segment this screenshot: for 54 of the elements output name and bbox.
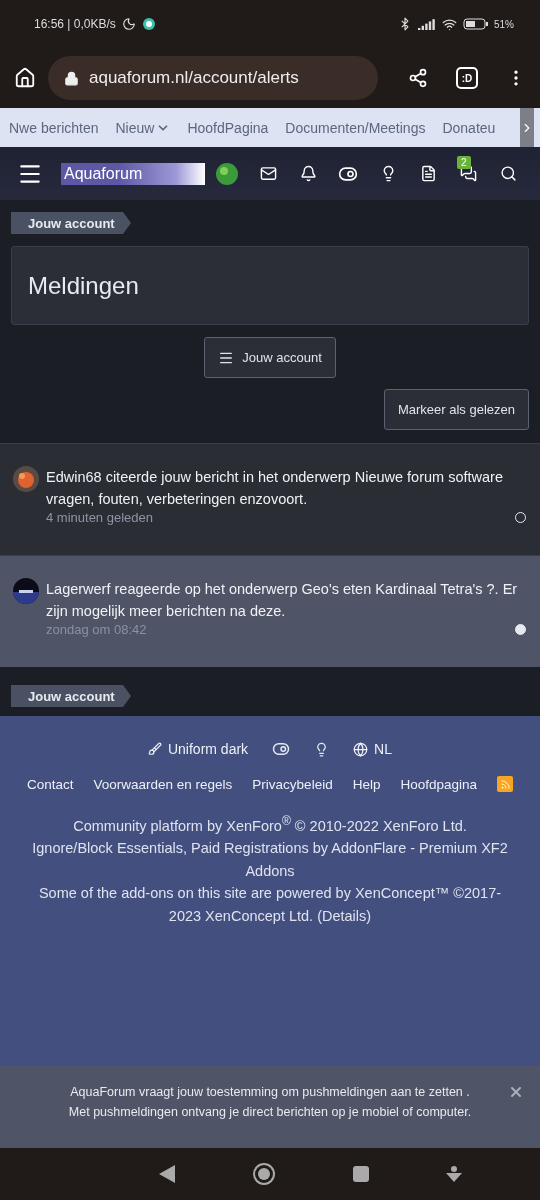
scroll-right-button[interactable] <box>520 108 534 147</box>
square-icon[interactable] <box>352 1166 369 1182</box>
nav-tab[interactable]: Documenten/Meetings <box>285 119 426 136</box>
footer-link[interactable]: Privacybeleid <box>252 776 333 792</box>
nav-tab[interactable]: Nwe berichten <box>9 119 99 136</box>
push-notice-text: AquaForum vraagt jouw toestemming om pushmeldingen aan te zetten . Met pushmeldingen ontvang je direct berichten op je mobiel of computer. <box>68 1084 472 1121</box>
url-field[interactable]: aquaforum.nl/account/alerts <box>48 56 378 100</box>
alert-row[interactable]: Edwin68 citeerde jouw bericht in het onderwerp Nieuwe forum software vragen, fouten, verbeteringen enzovoort. 4 minuten geleden <box>0 443 540 555</box>
alert-time: zondag om 08:42 <box>46 622 147 637</box>
nav-tab[interactable]: Donateu <box>442 119 496 136</box>
mark-read-button[interactable]: Markeer als gelezen <box>383 389 529 430</box>
document-icon[interactable] <box>419 165 437 182</box>
account-menu-button[interactable]: Jouw account <box>204 337 336 378</box>
keyboard-hide-icon[interactable] <box>445 1166 462 1182</box>
battery-level: 51% <box>494 18 514 30</box>
chat-icon[interactable] <box>459 165 477 182</box>
footer-link[interactable]: Contact <box>27 776 74 792</box>
footer-link[interactable]: Help <box>352 776 381 792</box>
copyright-text: Some of the add-ons on this site are powered by XenConcept™ ©2017-2023 XenConcept Ltd. (Details) <box>37 884 503 926</box>
alert-text[interactable]: Edwin68 citeerde jouw bericht in het onderwerp Nieuwe forum software vragen, fouten, verbeteringen enzovoort. <box>46 466 528 510</box>
share-icon[interactable] <box>408 68 428 88</box>
style-chooser-link[interactable]: Uniform dark <box>147 741 249 757</box>
home-icon[interactable] <box>251 1162 276 1186</box>
mail-icon[interactable] <box>259 165 277 182</box>
status-time: 16:56 | 0,0KB/s <box>34 17 116 31</box>
notification-badge: 2 <box>457 156 471 169</box>
toggle-icon[interactable] <box>272 740 291 758</box>
close-icon[interactable] <box>508 1084 524 1100</box>
wifi-icon <box>442 16 457 32</box>
moon-icon <box>121 17 136 31</box>
read-status-dot[interactable] <box>515 624 526 635</box>
back-icon[interactable] <box>158 1165 175 1183</box>
footer-link[interactable]: Voorwaarden en regels <box>93 776 233 792</box>
lock-icon <box>64 70 79 86</box>
copyright-text: Community platform by XenForo$^{®}$ © 2010-2022 XenForo Ltd. <box>72 813 468 836</box>
globe-avatar-icon[interactable] <box>215 161 239 186</box>
search-icon[interactable] <box>499 165 517 182</box>
bell-icon[interactable] <box>299 165 317 182</box>
language-chooser-link[interactable]: NL <box>353 741 392 757</box>
alert-row[interactable]: Lagerwerf reageerde op het onderwerp Geo's eten Kardinaal Tetra's ?. Er zijn mogelijk meer berichten na deze. zondag om 08:42 <box>0 555 540 667</box>
app-icon <box>141 17 156 31</box>
alert-text[interactable]: Lagerwerf reageerde op het onderwerp Geo's eten Kardinaal Tetra's ?. Er zijn mogelijk meer berichten na deze. <box>46 578 528 622</box>
signal-icon <box>418 18 436 30</box>
tabs-button[interactable]: :D <box>456 67 478 89</box>
nav-tab[interactable]: Nieuw <box>115 119 171 136</box>
brush-icon <box>147 742 162 756</box>
globe-icon <box>353 741 369 757</box>
page-title: Meldingen <box>11 246 529 325</box>
site-logo[interactable]: Aquaforum <box>61 162 205 185</box>
copyright-text: Ignore/Block Essentials, Paid Registrations by AddonFlare - Premium XF2 Addons <box>31 839 509 881</box>
footer-link[interactable]: Hoofdpagina <box>400 776 477 792</box>
nav-tab[interactable]: HoofdPagina <box>187 119 269 136</box>
battery-icon <box>463 18 488 30</box>
alert-time: 4 minuten geleden <box>46 510 153 525</box>
